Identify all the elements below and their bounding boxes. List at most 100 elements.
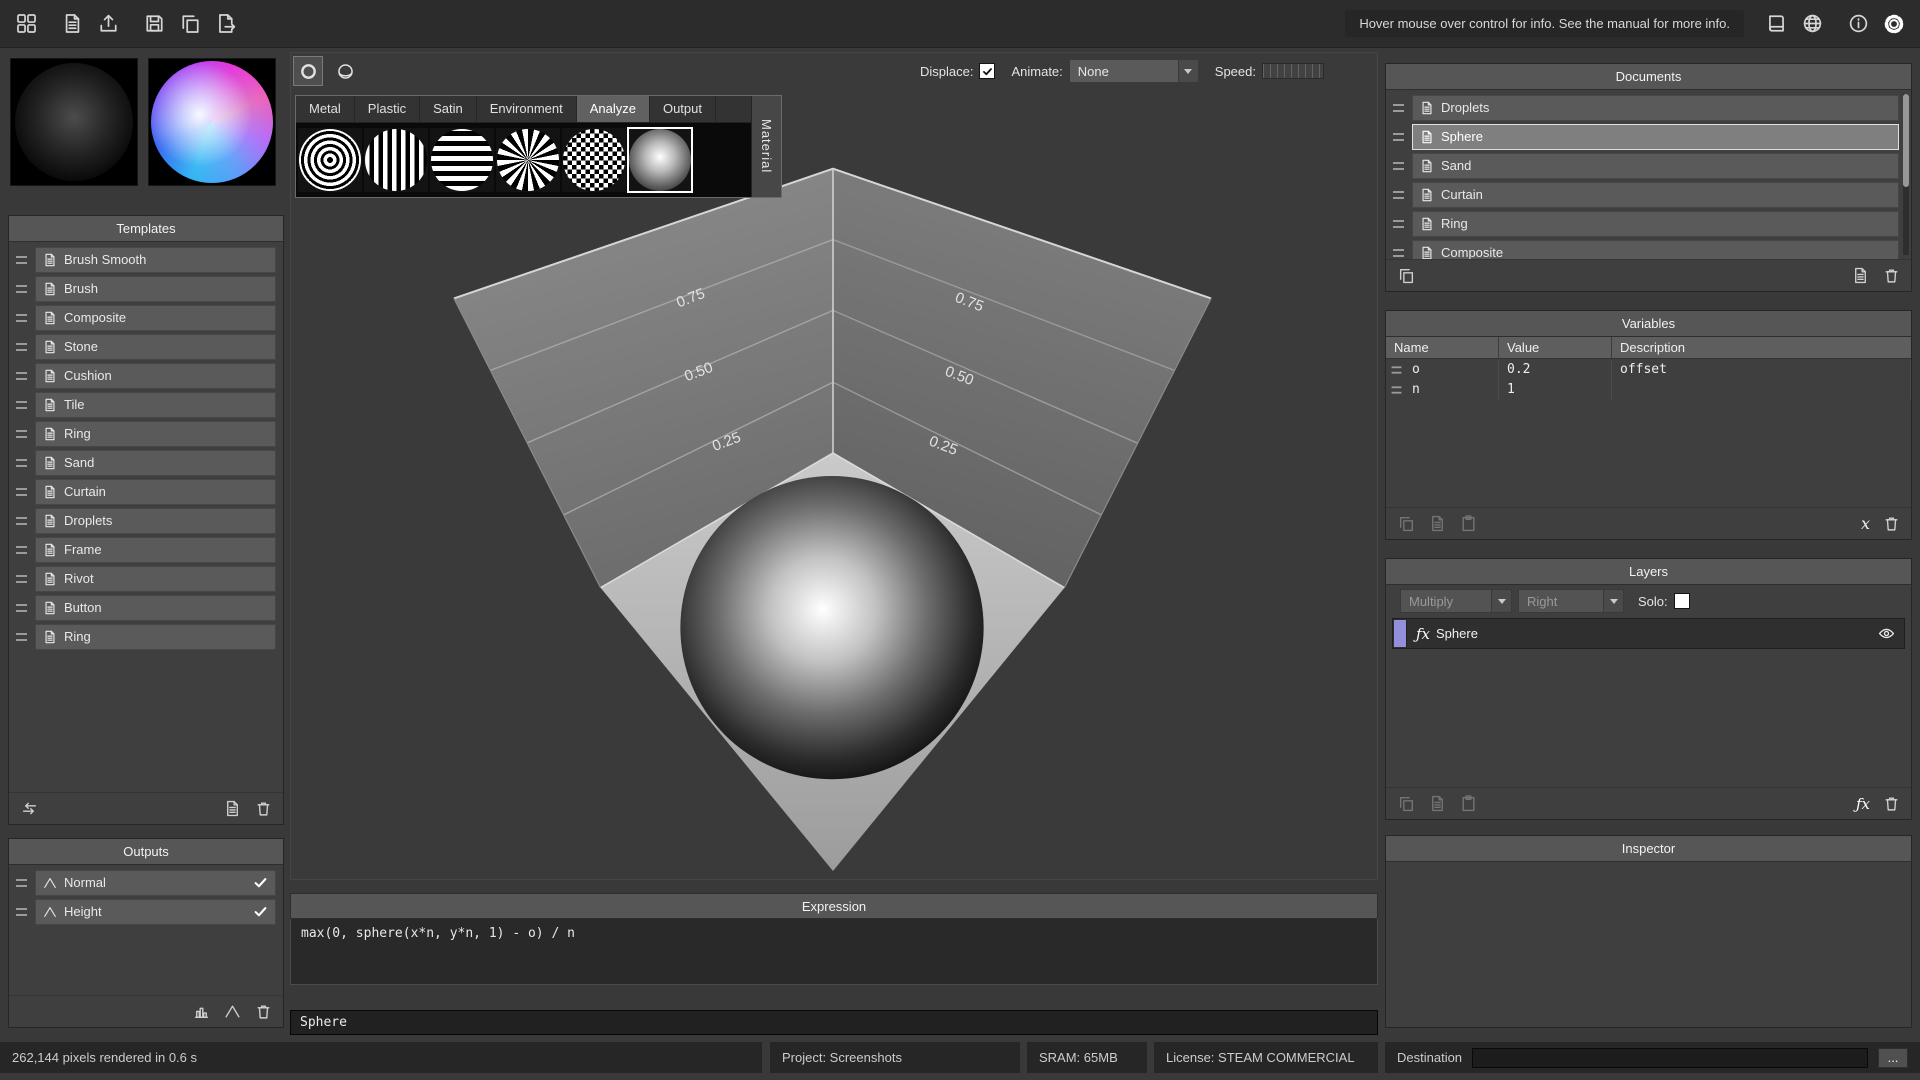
drag-handle-icon[interactable] [1393,249,1404,257]
drag-handle-icon[interactable] [16,401,27,409]
drag-handle-icon[interactable] [16,908,27,916]
column-value[interactable]: Value [1499,337,1612,358]
copy-layer-icon[interactable] [1427,794,1447,814]
height-preview-thumbnail[interactable] [10,58,138,186]
tab-environment[interactable]: Environment [477,96,577,122]
displace-checkbox[interactable] [979,63,995,79]
drag-handle-icon[interactable] [16,546,27,554]
output-item[interactable]: Normal [9,868,283,897]
template-item[interactable]: Cushion [9,361,283,390]
drag-handle-icon[interactable] [16,879,27,887]
tab-output[interactable]: Output [650,96,716,122]
blend-mode-select[interactable]: Multiply [1400,589,1512,613]
document-item[interactable]: Sand [1386,151,1911,180]
grid-icon[interactable] [10,8,42,40]
template-item[interactable]: Curtain [9,477,283,506]
material-thumb-radial-burst[interactable] [496,128,560,192]
delete-document-icon[interactable] [1881,266,1901,286]
drag-handle-icon[interactable] [16,285,27,293]
chevron-down-icon[interactable] [1603,590,1623,612]
material-thumb-sphere-gradient[interactable] [628,128,692,192]
layer-color-tab[interactable] [1394,620,1407,647]
settings-gear-icon[interactable] [1878,8,1910,40]
variable-name[interactable]: n [1386,380,1499,400]
expression-name-field[interactable]: Sphere [290,1010,1378,1035]
channel-select[interactable]: Right [1518,589,1624,613]
new-document-icon[interactable] [1850,266,1870,286]
variable-row[interactable]: o 0.2 offset [1386,360,1911,380]
material-thumb-checkerboard[interactable] [562,128,626,192]
drag-handle-icon[interactable] [1392,386,1402,393]
drag-handle-icon[interactable] [1393,191,1404,199]
document-item[interactable]: Droplets [1386,93,1911,122]
delete-layer-icon[interactable] [1881,794,1901,814]
export-icon[interactable] [210,8,242,40]
copy-variable-icon[interactable] [1427,514,1447,534]
template-item[interactable]: Tile [9,390,283,419]
new-template-icon[interactable] [222,799,242,819]
variable-description[interactable] [1612,380,1911,400]
delete-variable-icon[interactable] [1881,514,1901,534]
drag-handle-icon[interactable] [1393,104,1404,112]
add-fx-layer-icon[interactable]: ƒx [1856,795,1870,813]
variable-value[interactable]: 1 [1499,380,1612,400]
drag-handle-icon[interactable] [1393,133,1404,141]
documents-scrollbar[interactable] [1903,94,1909,255]
template-item[interactable]: Brush Smooth [9,245,283,274]
template-item[interactable]: Droplets [9,506,283,535]
sphere-view-toggle[interactable] [330,56,360,86]
delete-output-icon[interactable] [253,1002,273,1022]
template-item[interactable]: Frame [9,535,283,564]
drag-handle-icon[interactable] [16,575,27,583]
variable-value[interactable]: 0.2 [1499,360,1612,380]
output-checkbox[interactable] [253,875,268,890]
drag-handle-icon[interactable] [16,430,27,438]
document-item[interactable]: Curtain [1386,180,1911,209]
drag-handle-icon[interactable] [1392,366,1402,373]
delete-template-icon[interactable] [253,799,273,819]
drag-handle-icon[interactable] [16,604,27,612]
animate-select[interactable]: None [1069,59,1199,83]
scrollbar-thumb[interactable] [1903,94,1909,187]
template-item[interactable]: Ring [9,622,283,651]
drag-handle-icon[interactable] [16,459,27,467]
document-item[interactable]: Ring [1386,209,1911,238]
tab-analyze[interactable]: Analyze [577,96,650,122]
document-item-selected[interactable]: Sphere [1386,122,1911,151]
add-variable-icon[interactable]: x [1861,514,1870,533]
variable-name[interactable]: o [1386,360,1499,380]
drag-handle-icon[interactable] [16,372,27,380]
column-description[interactable]: Description [1612,337,1911,358]
layer-name[interactable]: Sphere [1436,626,1478,641]
manual-icon[interactable] [1760,8,1792,40]
duplicate-icon[interactable] [174,8,206,40]
open-file-icon[interactable] [92,8,124,40]
tab-metal[interactable]: Metal [296,96,355,122]
drag-handle-icon[interactable] [16,488,27,496]
template-item[interactable]: Button [9,593,283,622]
drag-handle-icon[interactable] [16,256,27,264]
output-checkbox[interactable] [253,904,268,919]
chevron-down-icon[interactable] [1491,590,1511,612]
wave-output-icon[interactable] [222,1002,242,1022]
template-item[interactable]: Sand [9,448,283,477]
destination-browse-button[interactable]: ... [1878,1048,1908,1068]
drag-handle-icon[interactable] [1393,220,1404,228]
new-file-icon[interactable] [56,8,88,40]
save-icon[interactable] [138,8,170,40]
column-name[interactable]: Name [1386,337,1499,358]
drag-handle-icon[interactable] [16,343,27,351]
info-icon[interactable] [1842,8,1874,40]
expression-code-editor[interactable]: max(0, sphere(x*n, y*n, 1) - o) / n [290,919,1378,985]
template-item[interactable]: Brush [9,274,283,303]
document-item[interactable]: Composite [1386,238,1911,259]
template-item[interactable]: Composite [9,303,283,332]
paste-layer-icon[interactable] [1458,794,1478,814]
layer-item[interactable]: ƒx Sphere [1392,618,1905,649]
variable-row[interactable]: n 1 [1386,380,1911,400]
drag-handle-icon[interactable] [16,517,27,525]
drag-handle-icon[interactable] [1393,162,1404,170]
duplicate-document-icon[interactable] [1396,266,1416,286]
tab-satin[interactable]: Satin [420,96,477,122]
refresh-icon[interactable] [19,799,39,819]
